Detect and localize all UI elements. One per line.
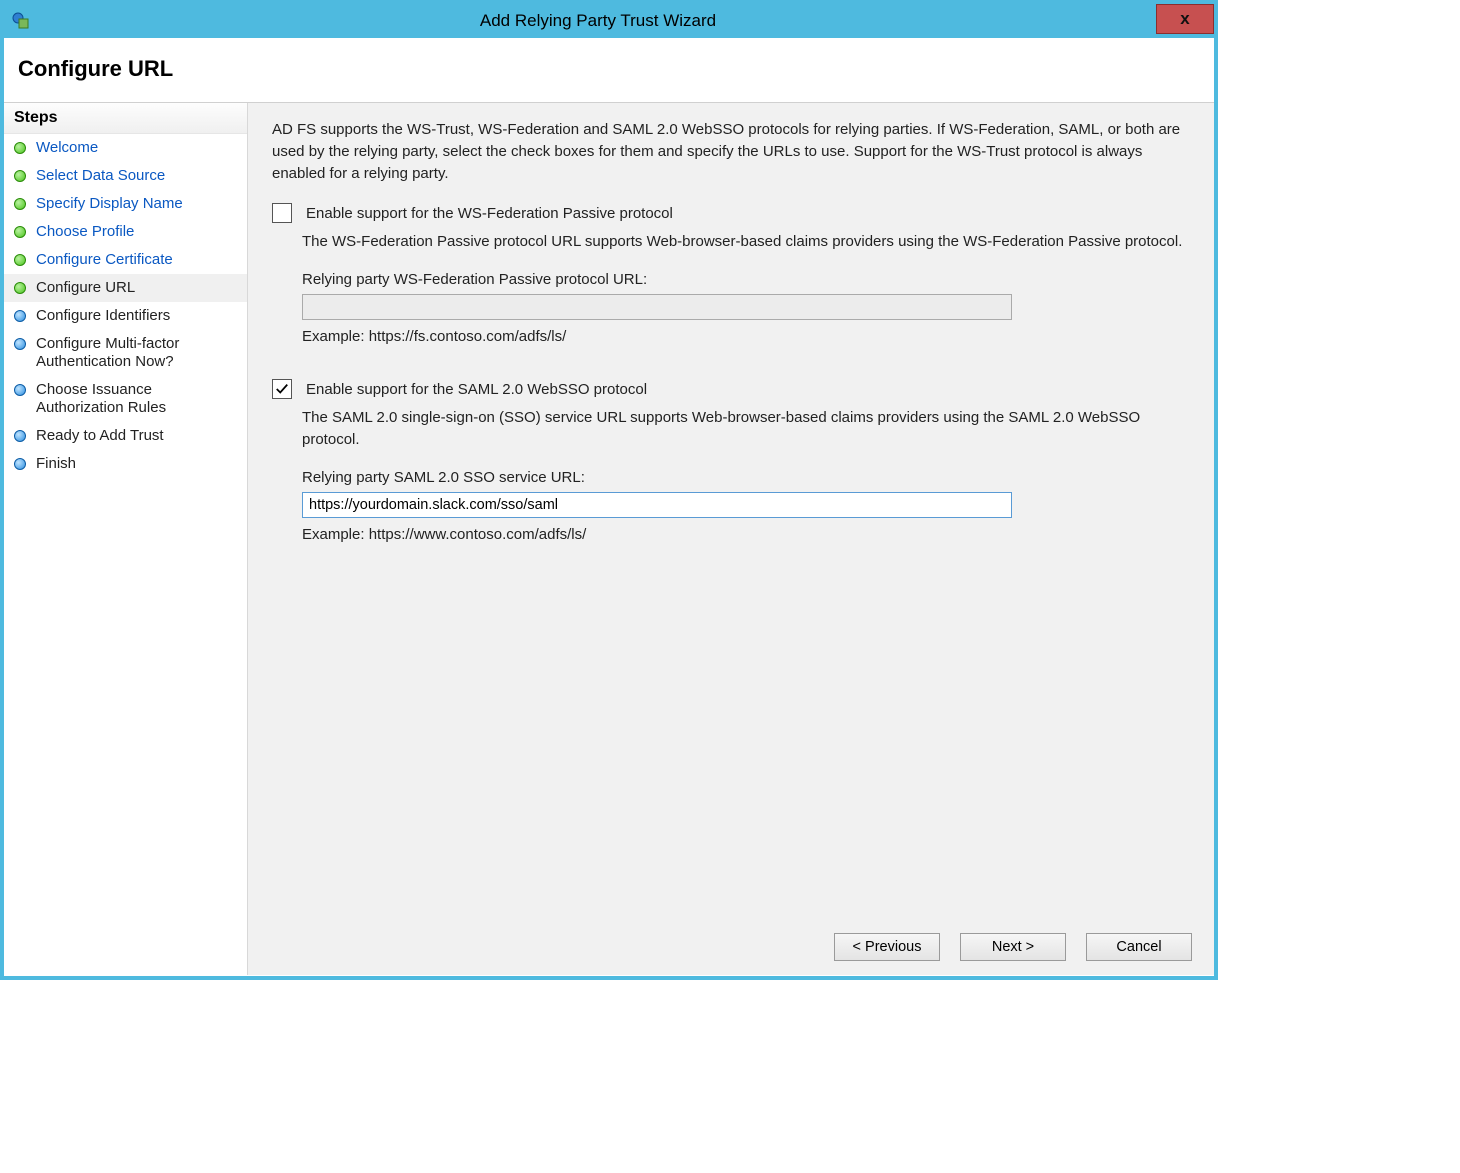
- saml-section: Enable support for the SAML 2.0 WebSSO p…: [272, 379, 1190, 543]
- app-icon: [12, 12, 30, 30]
- content-panel: AD FS supports the WS-Trust, WS-Federati…: [248, 103, 1214, 975]
- wsfed-checkbox-row[interactable]: Enable support for the WS-Federation Pas…: [272, 203, 1190, 223]
- step-bullet-icon: [14, 310, 26, 322]
- wsfed-checkbox[interactable]: [272, 203, 292, 223]
- step-label: Welcome: [36, 139, 237, 157]
- saml-description: The SAML 2.0 single-sign-on (SSO) servic…: [302, 407, 1190, 451]
- wizard-button-bar: < Previous Next > Cancel: [834, 933, 1192, 961]
- previous-button[interactable]: < Previous: [834, 933, 940, 961]
- saml-url-input[interactable]: [302, 492, 1012, 518]
- close-icon: x: [1180, 9, 1189, 29]
- step-configure-certificate[interactable]: Configure Certificate: [4, 246, 247, 274]
- wsfed-checkbox-label: Enable support for the WS-Federation Pas…: [306, 205, 673, 222]
- step-bullet-icon: [14, 282, 26, 294]
- step-label: Configure Certificate: [36, 251, 237, 269]
- saml-checkbox[interactable]: [272, 379, 292, 399]
- wsfed-example: Example: https://fs.contoso.com/adfs/ls/: [302, 328, 1190, 345]
- step-configure-multi-factor-authentication-now: Configure Multi-factor Authentication No…: [4, 330, 247, 376]
- wizard-window: Add Relying Party Trust Wizard x Configu…: [0, 0, 1218, 980]
- step-label: Finish: [36, 455, 237, 473]
- next-button[interactable]: Next >: [960, 933, 1066, 961]
- step-label: Configure Multi-factor Authentication No…: [36, 335, 237, 371]
- page-header: Configure URL: [4, 38, 1214, 103]
- step-bullet-icon: [14, 458, 26, 470]
- step-specify-display-name[interactable]: Specify Display Name: [4, 190, 247, 218]
- wsfed-description: The WS-Federation Passive protocol URL s…: [302, 231, 1190, 253]
- step-ready-to-add-trust: Ready to Add Trust: [4, 422, 247, 450]
- step-bullet-icon: [14, 254, 26, 266]
- step-bullet-icon: [14, 338, 26, 350]
- step-bullet-icon: [14, 430, 26, 442]
- page-title: Configure URL: [18, 56, 1200, 82]
- wsfed-url-input[interactable]: [302, 294, 1012, 320]
- titlebar: Add Relying Party Trust Wizard x: [4, 4, 1214, 38]
- saml-url-label: Relying party SAML 2.0 SSO service URL:: [302, 469, 1190, 486]
- saml-example: Example: https://www.contoso.com/adfs/ls…: [302, 526, 1190, 543]
- step-choose-profile[interactable]: Choose Profile: [4, 218, 247, 246]
- step-bullet-icon: [14, 142, 26, 154]
- step-welcome[interactable]: Welcome: [4, 134, 247, 162]
- step-label: Specify Display Name: [36, 195, 237, 213]
- step-label: Select Data Source: [36, 167, 237, 185]
- wizard-body: Steps Welcome Select Data Source Specify D…: [4, 103, 1214, 975]
- steps-header: Steps: [4, 103, 247, 134]
- step-configure-url: Configure URL: [4, 274, 247, 302]
- step-label: Choose Profile: [36, 223, 237, 241]
- step-bullet-icon: [14, 384, 26, 396]
- wsfed-section: Enable support for the WS-Federation Pas…: [272, 203, 1190, 345]
- cancel-button[interactable]: Cancel: [1086, 933, 1192, 961]
- step-label: Configure URL: [36, 279, 237, 297]
- step-configure-identifiers: Configure Identifiers: [4, 302, 247, 330]
- step-bullet-icon: [14, 226, 26, 238]
- step-select-data-source[interactable]: Select Data Source: [4, 162, 247, 190]
- saml-checkbox-row[interactable]: Enable support for the SAML 2.0 WebSSO p…: [272, 379, 1190, 399]
- step-label: Configure Identifiers: [36, 307, 237, 325]
- intro-text: AD FS supports the WS-Trust, WS-Federati…: [272, 119, 1190, 185]
- step-finish: Finish: [4, 450, 247, 478]
- step-label: Choose Issuance Authorization Rules: [36, 381, 237, 417]
- steps-sidebar: Steps Welcome Select Data Source Specify D…: [4, 103, 248, 975]
- window-title: Add Relying Party Trust Wizard: [42, 11, 1214, 31]
- step-choose-issuance-authorization-rules: Choose Issuance Authorization Rules: [4, 376, 247, 422]
- step-label: Ready to Add Trust: [36, 427, 237, 445]
- step-bullet-icon: [14, 198, 26, 210]
- step-bullet-icon: [14, 170, 26, 182]
- saml-checkbox-label: Enable support for the SAML 2.0 WebSSO p…: [306, 381, 647, 398]
- close-button[interactable]: x: [1156, 4, 1214, 34]
- wsfed-url-label: Relying party WS-Federation Passive prot…: [302, 271, 1190, 288]
